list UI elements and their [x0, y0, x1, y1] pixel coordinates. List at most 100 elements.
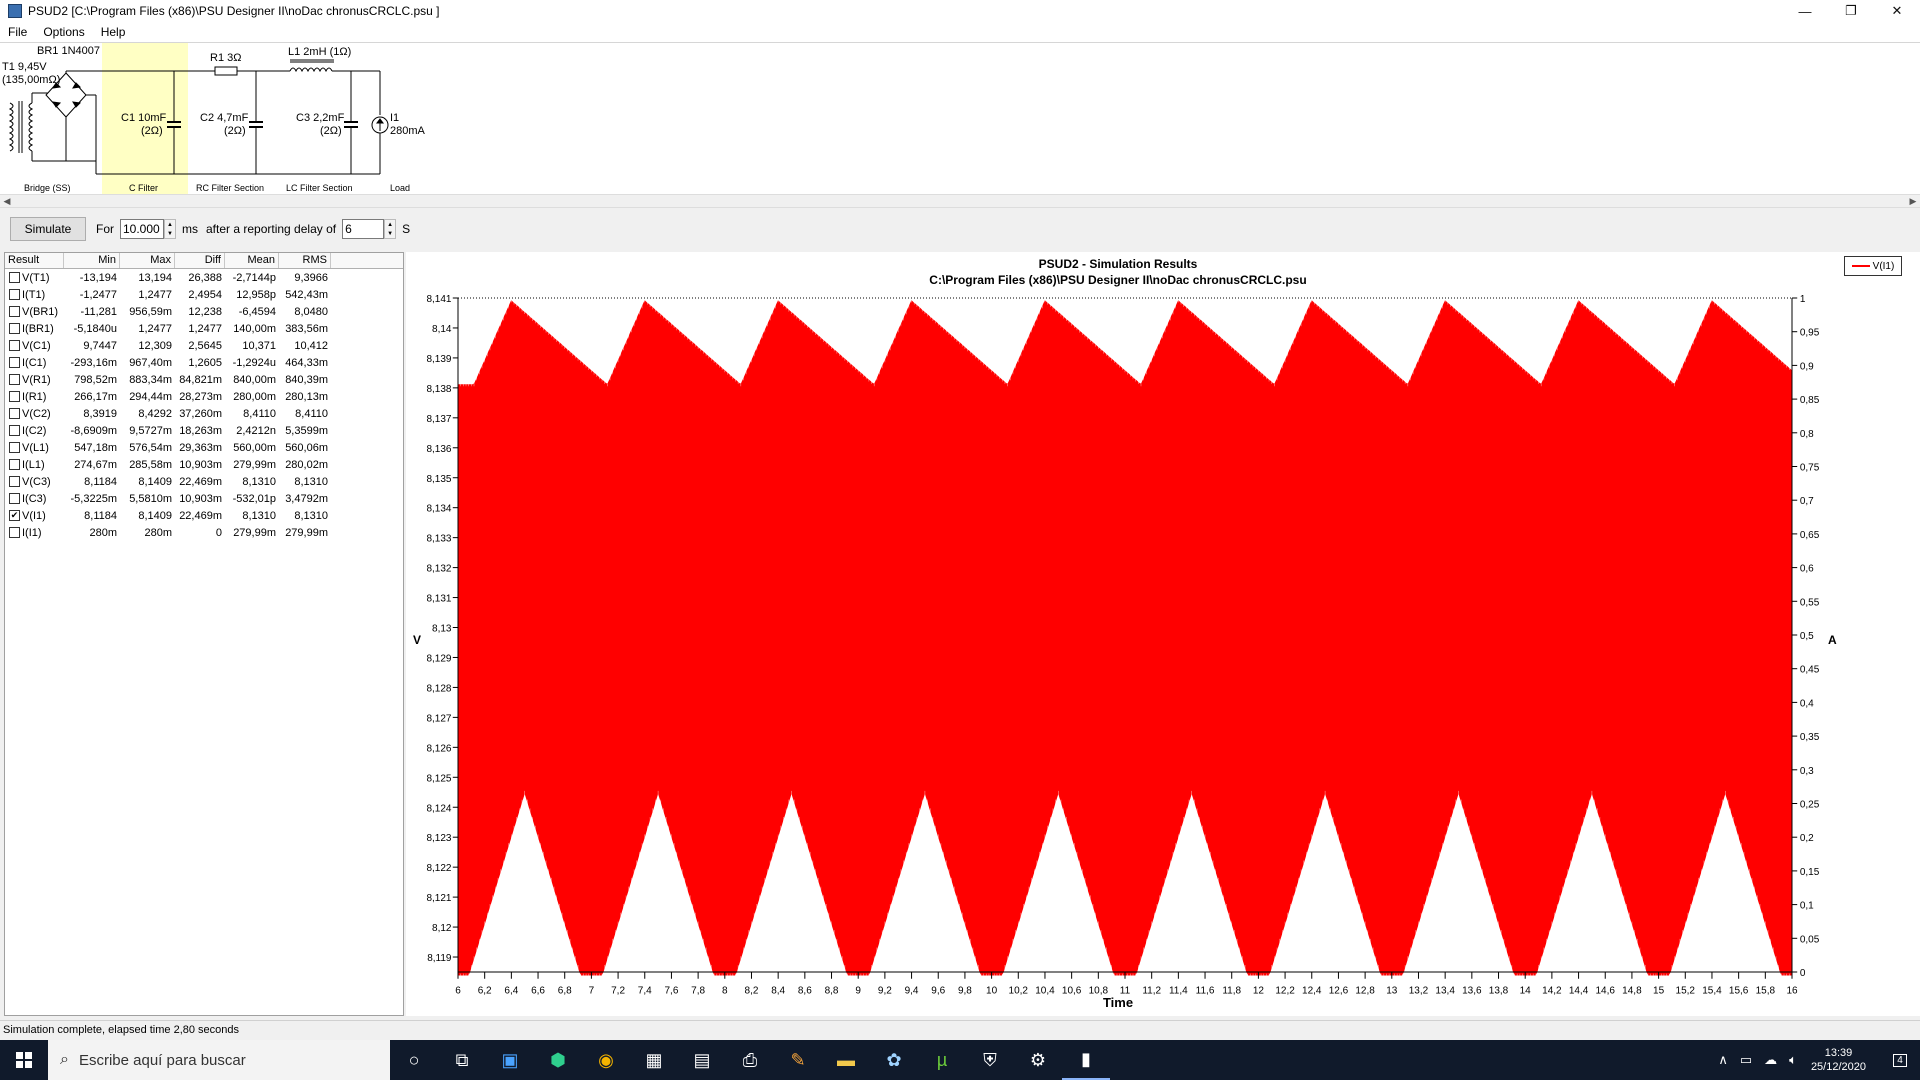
menu-help[interactable]: Help: [93, 25, 134, 39]
duration-stepper[interactable]: ▲ ▼: [120, 219, 176, 239]
vpn-shield-icon[interactable]: ⬢: [534, 1040, 582, 1080]
table-row[interactable]: I(L1) 274,67m 285,58m 10,903m 279,99m 280,02m: [5, 456, 403, 473]
result-checkbox[interactable]: [9, 493, 20, 504]
result-rms-cell: 8,4110: [295, 407, 328, 420]
delay-down-icon[interactable]: ▼: [385, 229, 395, 238]
settings-gear-icon[interactable]: ⚙: [1014, 1040, 1062, 1080]
7zip-icon[interactable]: ▦: [630, 1040, 678, 1080]
result-checkbox[interactable]: [9, 476, 20, 487]
y2-tick-label: 0: [1800, 968, 1806, 979]
result-checkbox[interactable]: [9, 357, 20, 368]
notepad-icon[interactable]: ✎: [774, 1040, 822, 1080]
result-checkbox[interactable]: ✔: [9, 510, 20, 521]
header-diff[interactable]: Diff: [175, 253, 225, 268]
table-row[interactable]: V(C2) 8,3919 8,4292 37,260m 8,4110 8,4110: [5, 405, 403, 422]
x-tick-label: 14,2: [1542, 986, 1562, 997]
duration-down-icon[interactable]: ▼: [165, 229, 175, 238]
y-tick-label: 8,125: [426, 773, 451, 784]
file-explorer-icon[interactable]: ▬: [822, 1040, 870, 1080]
tray-volume-icon[interactable]: 🔈︎: [1789, 1052, 1797, 1068]
result-checkbox[interactable]: [9, 289, 20, 300]
result-checkbox[interactable]: [9, 306, 20, 317]
header-min[interactable]: Min: [64, 253, 120, 268]
scroll-left-icon[interactable]: ◀: [0, 195, 14, 208]
chrome-icon[interactable]: ◉: [582, 1040, 630, 1080]
calculator-icon[interactable]: ▤: [678, 1040, 726, 1080]
tray-cloud-icon[interactable]: ☁: [1764, 1052, 1777, 1068]
printer-icon[interactable]: ⎙: [726, 1040, 774, 1080]
taskbar-search[interactable]: ⌕ Escribe aquí para buscar: [48, 1040, 390, 1080]
header-mean[interactable]: Mean: [225, 253, 279, 268]
capacitor-c3[interactable]: [344, 71, 380, 175]
notifications-icon[interactable]: 4: [1880, 1040, 1920, 1080]
tray-chevron-up-icon[interactable]: ∧: [1718, 1052, 1728, 1068]
y-tick-label: 8,123: [426, 833, 451, 844]
x-tick-label: 15,2: [1676, 986, 1696, 997]
header-max[interactable]: Max: [120, 253, 175, 268]
simulate-button[interactable]: Simulate: [10, 217, 86, 241]
result-checkbox[interactable]: [9, 323, 20, 334]
result-checkbox[interactable]: [9, 340, 20, 351]
duration-up-icon[interactable]: ▲: [165, 220, 175, 229]
result-checkbox[interactable]: [9, 408, 20, 419]
result-checkbox[interactable]: [9, 391, 20, 402]
status-bar: Simulation complete, elapsed time 2,80 s…: [0, 1020, 1920, 1040]
store-icon[interactable]: ▣: [486, 1040, 534, 1080]
result-checkbox[interactable]: [9, 425, 20, 436]
paw-app-icon[interactable]: ✿: [870, 1040, 918, 1080]
table-row[interactable]: I(I1) 280m 280m 0 279,99m 279,99m: [5, 524, 403, 541]
table-row[interactable]: ✔ V(I1) 8,1184 8,1409 22,469m 8,1310 8,1310: [5, 507, 403, 524]
current-source-i1[interactable]: [371, 71, 389, 174]
delay-up-icon[interactable]: ▲: [385, 220, 395, 229]
menu-options[interactable]: Options: [35, 25, 92, 39]
result-checkbox[interactable]: [9, 459, 20, 470]
table-row[interactable]: I(T1) -1,2477 1,2477 2,4954 12,958p 542,43m: [5, 286, 403, 303]
table-row[interactable]: V(T1) -13,194 13,194 26,388 -2,7144p 9,3966: [5, 269, 403, 286]
delay-input[interactable]: [342, 219, 385, 239]
duration-input[interactable]: [120, 219, 164, 239]
windows-start-icon[interactable]: [0, 1040, 48, 1080]
delay-stepper[interactable]: ▲ ▼: [342, 219, 397, 239]
table-row[interactable]: I(C1) -293,16m 967,40m 1,2605 -1,2924u 464,33…: [5, 354, 403, 371]
capacitor-c2[interactable]: [249, 71, 263, 174]
y-tick-label: 8,127: [426, 713, 451, 724]
table-row[interactable]: I(BR1) -5,1840u 1,2477 1,2477 140,00m 383,56m: [5, 320, 403, 337]
x-tick-label: 7,6: [664, 986, 678, 997]
table-row[interactable]: I(C3) -5,3225m 5,5810m 10,903m -532,01p 3,479…: [5, 490, 403, 507]
table-row[interactable]: I(C2) -8,6909m 9,5727m 18,263m 2,4212n 5,3599…: [5, 422, 403, 439]
maximize-button[interactable]: ❐: [1828, 0, 1874, 22]
result-checkbox[interactable]: [9, 442, 20, 453]
result-checkbox[interactable]: [9, 272, 20, 283]
clock[interactable]: 13:39 25/12/2020: [1811, 1046, 1866, 1074]
table-row[interactable]: I(R1) 266,17m 294,44m 28,273m 280,00m 280,13m: [5, 388, 403, 405]
resistor-r1[interactable]: [188, 66, 290, 76]
defender-shield-icon[interactable]: ⛨: [966, 1040, 1014, 1080]
table-row[interactable]: V(C1) 9,7447 12,309 2,5645 10,371 10,412: [5, 337, 403, 354]
inductor-l1[interactable]: [289, 59, 380, 73]
result-name: V(C2): [22, 407, 51, 420]
psud2-taskbar-icon[interactable]: ▮: [1062, 1040, 1110, 1080]
menu-file[interactable]: File: [0, 25, 35, 39]
result-mean-cell: -532,01p: [232, 492, 276, 505]
table-row[interactable]: V(BR1) -11,281 956,59m 12,238 -6,4594 8,0480: [5, 303, 403, 320]
table-row[interactable]: V(L1) 547,18m 576,54m 29,363m 560,00m 560,06m: [5, 439, 403, 456]
x-tick-label: 9: [855, 986, 861, 997]
result-checkbox[interactable]: [9, 374, 20, 385]
circuit-horizontal-scrollbar[interactable]: ◀ ▶: [0, 194, 1920, 208]
table-row[interactable]: V(C3) 8,1184 8,1409 22,469m 8,1310 8,1310: [5, 473, 403, 490]
scroll-right-icon[interactable]: ▶: [1906, 195, 1920, 208]
cortana-icon[interactable]: ○: [390, 1040, 438, 1080]
close-button[interactable]: ✕: [1874, 0, 1920, 22]
header-result[interactable]: Result: [5, 253, 64, 268]
result-checkbox[interactable]: [9, 527, 20, 538]
minimize-button[interactable]: —: [1782, 0, 1828, 22]
result-rms-cell: 8,1310: [294, 509, 328, 522]
result-mean-cell: 8,4110: [243, 407, 276, 420]
tray-network-icon[interactable]: ▭: [1740, 1052, 1752, 1068]
header-rms[interactable]: RMS: [279, 253, 331, 268]
utorrent-icon[interactable]: µ: [918, 1040, 966, 1080]
y2-tick-label: 0,8: [1800, 429, 1814, 440]
x-tick-label: 13,8: [1489, 986, 1509, 997]
table-row[interactable]: V(R1) 798,52m 883,34m 84,821m 840,00m 840,39m: [5, 371, 403, 388]
task-view-icon[interactable]: ⧉: [438, 1040, 486, 1080]
